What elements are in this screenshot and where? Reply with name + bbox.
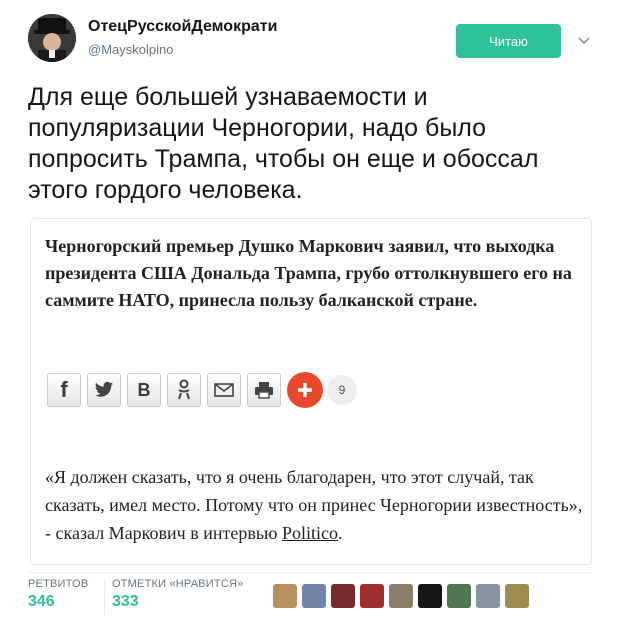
politico-link[interactable]: Politico — [282, 523, 338, 543]
vk-share-button[interactable]: B — [127, 373, 161, 407]
twitter-share-button[interactable] — [87, 373, 121, 407]
card-quote-text: «Я должен сказать, что я очень благодаре… — [45, 463, 585, 547]
plus-icon — [298, 383, 312, 397]
likers-avatars — [273, 584, 529, 608]
facebook-share-button[interactable]: f — [47, 373, 81, 407]
odnoklassniki-icon — [178, 379, 190, 400]
facebook-icon: f — [60, 377, 68, 402]
print-share-button[interactable] — [247, 373, 281, 407]
likes-label: ОТМЕТКИ «НРАВИТСЯ» — [112, 578, 244, 590]
author-handle[interactable]: @Mayskolpino — [88, 42, 173, 57]
print-icon — [255, 382, 273, 399]
stats-separator — [104, 580, 105, 614]
liker-avatar-icon[interactable] — [331, 584, 355, 608]
liker-avatar-icon[interactable] — [505, 584, 529, 608]
liker-avatar-icon[interactable] — [273, 584, 297, 608]
media-card[interactable]: Черногорский премьер Душко Маркович заяв… — [30, 218, 592, 565]
likes-value: 333 — [112, 593, 139, 610]
card-lead-text: Черногорский премьер Душко Маркович заяв… — [45, 236, 572, 310]
tweet-text: Для еще большей узнаваемости и популяриз… — [28, 83, 539, 204]
quote-end: . — [338, 523, 343, 543]
user-avatar-icon — [28, 14, 76, 62]
follow-button[interactable]: Читаю — [456, 24, 561, 58]
liker-avatar-icon[interactable] — [447, 584, 471, 608]
retweets-label: РЕТВИТОВ — [28, 578, 89, 590]
odnoklassniki-share-button[interactable] — [167, 373, 201, 407]
retweets-stat[interactable]: РЕТВИТОВ 346 — [28, 578, 88, 611]
liker-avatar-icon[interactable] — [476, 584, 500, 608]
mail-share-button[interactable] — [207, 373, 241, 407]
share-more-button[interactable] — [287, 372, 323, 408]
stats-top-divider — [28, 572, 591, 573]
mail-icon — [214, 383, 234, 397]
retweets-value: 346 — [28, 593, 55, 610]
author-avatar[interactable] — [28, 14, 76, 62]
twitter-icon — [94, 381, 114, 397]
likes-stat[interactable]: ОТМЕТКИ «НРАВИТСЯ» 333 — [112, 578, 243, 611]
vk-icon: B — [137, 379, 151, 400]
share-bar: f B 9 — [47, 371, 357, 409]
liker-avatar-icon[interactable] — [360, 584, 384, 608]
liker-avatar-icon[interactable] — [389, 584, 413, 608]
author-name[interactable]: ОтецРусскойДемократи — [88, 18, 277, 36]
share-counter: 9 — [327, 375, 357, 405]
liker-avatar-icon[interactable] — [418, 584, 442, 608]
liker-avatar-icon[interactable] — [302, 584, 326, 608]
chevron-down-icon[interactable] — [578, 34, 590, 46]
